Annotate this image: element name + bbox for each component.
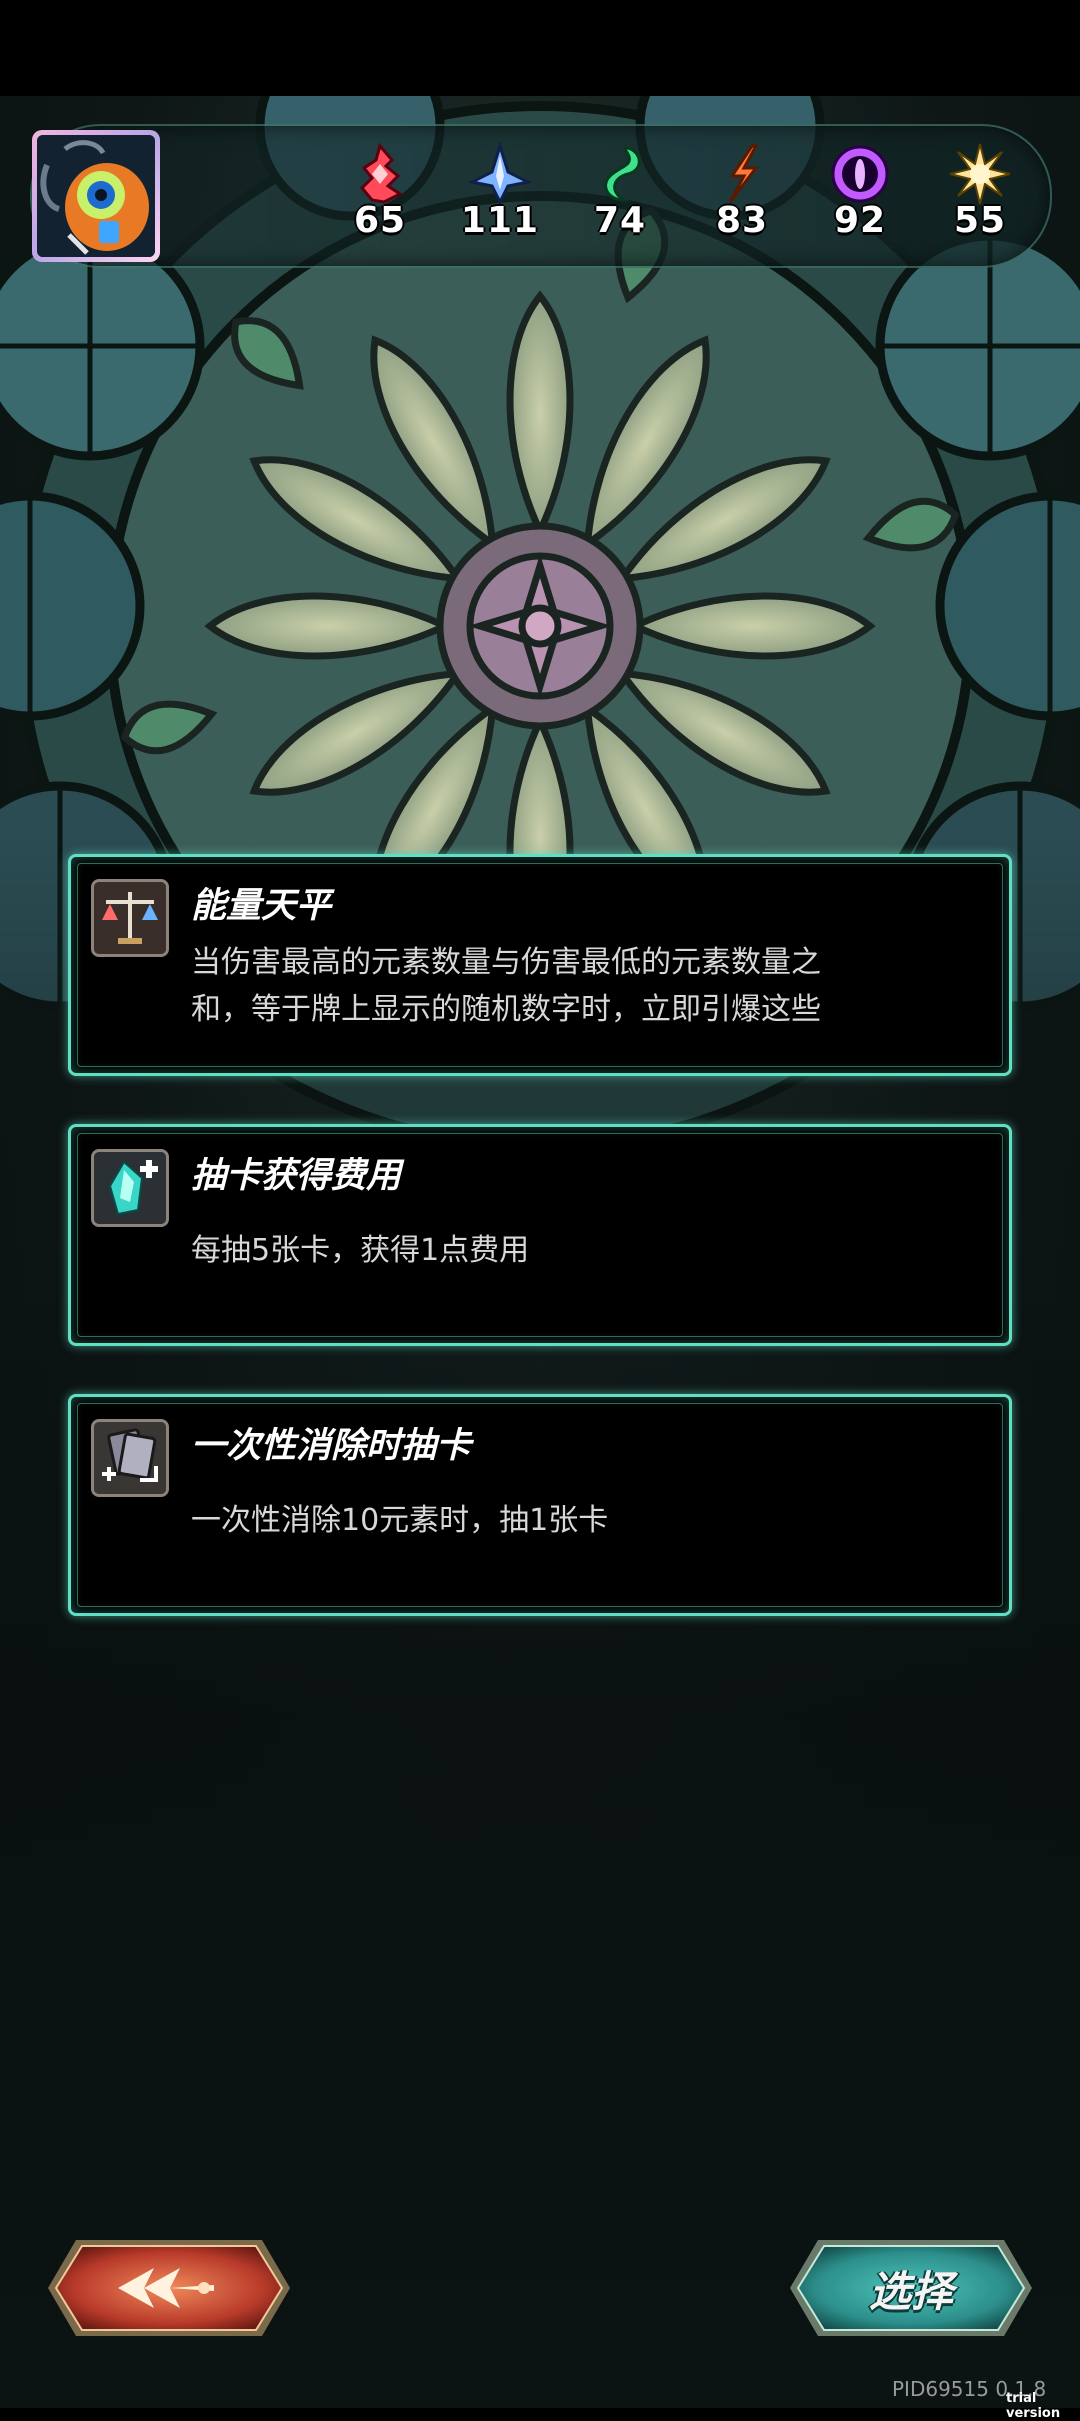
resource-ice: 111 (450, 142, 550, 241)
wind-swirl-icon (604, 146, 641, 202)
card-description: 每抽5张卡，获得1点费用 (191, 1233, 530, 1268)
card-draw-icon (91, 1419, 169, 1497)
lightning-bolt-icon (728, 144, 760, 203)
select-button-label: 选择 (868, 2266, 953, 2316)
card-description: 一次性消除10元素时，抽1张卡 (191, 1503, 609, 1538)
choice-card-draw-cost[interactable]: 抽卡获得费用 每抽5张卡，获得1点费用 (68, 1124, 1012, 1346)
resource-light: 55 (930, 142, 1030, 241)
card-title: 抽卡获得费用 (191, 1156, 402, 1196)
ice-value: 111 (460, 200, 540, 241)
void-value: 92 (833, 200, 887, 241)
choice-card-energy-balance[interactable]: 能量天平 当伤害最高的元素数量与伤害最低的元素数量之 和，等于牌上显示的随机数字… (68, 854, 1012, 1076)
resource-void: 92 (810, 142, 910, 241)
trial-version-label: trial version (1006, 2391, 1061, 2421)
player-avatar[interactable] (32, 130, 160, 262)
resource-wind: 74 (570, 142, 670, 241)
card-title: 能量天平 (191, 886, 332, 926)
balance-scale-icon (91, 879, 169, 957)
card-description: 当伤害最高的元素数量与伤害最低的元素数量之 和，等于牌上显示的随机数字时，立即引… (191, 945, 821, 1027)
monster-portrait-icon (37, 135, 155, 257)
resource-lightning: 83 (692, 142, 792, 241)
light-value: 55 (953, 200, 1007, 241)
ice-crystal-icon (468, 142, 532, 206)
select-button[interactable]: 选择 (788, 2236, 1034, 2340)
card-title: 一次性消除时抽卡 (191, 1426, 472, 1466)
sun-icon (949, 143, 1011, 205)
resource-fire: 65 (330, 142, 430, 241)
lightning-value: 83 (715, 200, 769, 241)
crystal-plus-icon (91, 1149, 169, 1227)
back-button[interactable] (46, 2236, 292, 2340)
void-eye-icon (831, 145, 889, 203)
back-arrow-icon (118, 2268, 214, 2308)
fire-value: 65 (353, 200, 407, 241)
fire-element-icon (359, 142, 403, 204)
choice-card-clear-draw[interactable]: 一次性消除时抽卡 一次性消除10元素时，抽1张卡 (68, 1394, 1012, 1616)
status-bar (0, 0, 1080, 96)
wind-value: 74 (593, 200, 647, 241)
